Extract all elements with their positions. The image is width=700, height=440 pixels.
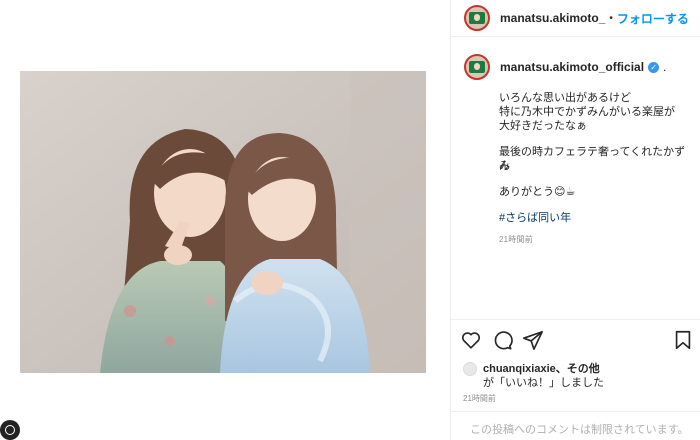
caption-hashtag[interactable]: #さらば同い年	[499, 211, 694, 225]
caption-timestamp[interactable]: 21時間前	[499, 234, 533, 245]
caption-line-5: ん	[499, 160, 510, 172]
action-bar	[450, 319, 700, 357]
comment-restricted-bar: この投稿へのコメントは制限されています。	[450, 411, 700, 440]
header-username[interactable]: manatsu.akimoto_	[500, 11, 605, 25]
liker-avatar[interactable]	[463, 362, 477, 376]
person-tag-icon	[5, 425, 15, 435]
caption-author-suffix: .	[663, 60, 667, 74]
caption-author-row: manatsu.akimoto_official ✓ .	[451, 52, 700, 82]
caption-line-3: 大好きだったなぁ	[499, 120, 587, 132]
header-separator: •	[609, 12, 613, 24]
caption-line-2: 特に乃木中でかずみんがいる楽屋が	[499, 106, 675, 118]
comment-icon	[494, 331, 513, 350]
caption-username[interactable]: manatsu.akimoto_official	[500, 60, 644, 74]
heart-icon	[461, 332, 481, 349]
photo-illustration	[20, 71, 426, 373]
bookmark-icon	[675, 330, 691, 350]
caption-line-6: ありがとう😊☕	[499, 186, 576, 198]
verified-badge-icon: ✓	[648, 61, 660, 73]
save-button[interactable]	[672, 329, 694, 351]
post-media	[0, 0, 450, 440]
likes-summary: chuanqixiaxie、その他 が「いいね！」しました	[463, 360, 698, 390]
photo-tag-button[interactable]	[0, 420, 20, 440]
share-icon	[523, 330, 543, 350]
post-header: manatsu.akimoto_ • フォローする	[451, 0, 700, 37]
caption-line-1: いろんな思い出があるけど	[499, 92, 631, 104]
share-button[interactable]	[522, 329, 544, 351]
like-button[interactable]	[460, 329, 482, 351]
caption-avatar[interactable]	[464, 54, 490, 80]
avatar-face	[474, 14, 480, 21]
follow-button[interactable]: フォローする	[617, 10, 689, 27]
comment-button[interactable]	[491, 329, 513, 351]
post-timestamp[interactable]: 21時間前	[463, 393, 496, 404]
post-photo[interactable]	[20, 71, 426, 373]
comment-restricted-note: この投稿へのコメントは制限されています。	[470, 424, 689, 436]
likes-text: が「いいね！」しました	[483, 377, 604, 389]
avatar[interactable]	[464, 5, 490, 31]
caption-avatar-face	[474, 63, 480, 70]
